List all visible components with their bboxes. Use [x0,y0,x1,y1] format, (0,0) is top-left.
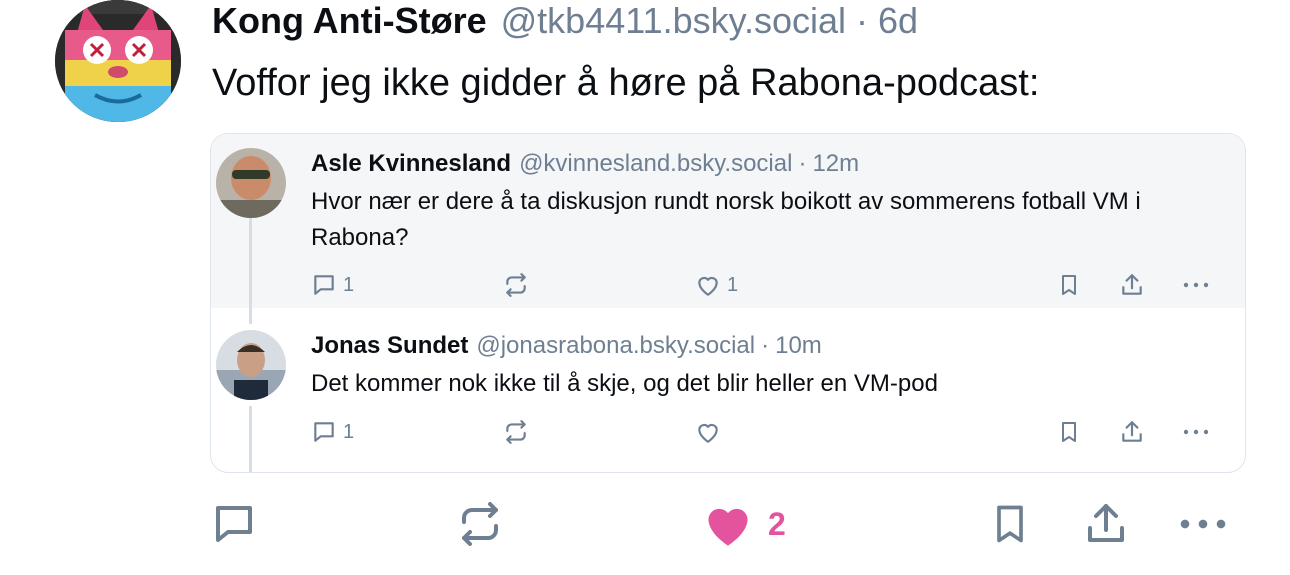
separator: · [761,332,770,359]
reply-time[interactable]: 10m [775,332,822,360]
bookmark-button[interactable] [1057,272,1081,298]
like-button[interactable]: 2 [702,500,786,548]
repost-button[interactable] [503,419,529,445]
reply-author-handle[interactable]: @kvinnesland.bsky.social [519,150,792,178]
more-button[interactable] [1181,419,1211,445]
cartoon-cat-avatar-icon [55,0,181,122]
more-dots-icon [1180,519,1226,529]
reply-header: Jonas Sundet @jonasrabona.bsky.social · … [311,332,822,360]
reply-bubble-icon [314,275,334,295]
bookmark-button[interactable] [1057,419,1081,445]
author-handle[interactable]: @tkb4411.bsky.social [501,0,846,42]
repost-icon [506,273,526,297]
reply-text: Hvor nær er dere å ta diskusjon rundt no… [311,188,1141,251]
share-icon [1122,274,1142,295]
reply-button[interactable] [210,500,258,548]
like-button[interactable]: 1 [695,272,738,298]
reply-bubble-icon [216,506,252,542]
post-actions: 2 [0,500,1290,560]
heart-filled-icon [708,508,748,546]
reply-avatar[interactable] [216,148,286,218]
reply-author-handle[interactable]: @jonasrabona.bsky.social [476,332,755,360]
post-time[interactable]: 6d [878,0,918,42]
like-count: 1 [727,273,739,296]
more-button[interactable] [1176,500,1230,548]
like-button[interactable] [695,419,727,445]
author-avatar[interactable] [55,0,181,122]
repost-icon [462,502,498,546]
reply-button[interactable]: 1 [311,419,354,445]
reply-text: Det kommer nok ikke til å skje, og det b… [311,370,938,397]
reply-actions: 1 [211,419,1245,449]
heart-outline-icon [698,423,718,443]
bookmark-icon [1062,275,1076,295]
like-count: 2 [768,505,786,542]
share-icon [1088,504,1124,542]
more-dots-icon [1183,282,1209,288]
separator: · [856,0,868,41]
share-button[interactable] [1119,272,1145,298]
reply-author-name[interactable]: Jonas Sundet [311,332,468,360]
heart-outline-icon [698,276,718,296]
repost-icon [506,420,526,444]
bookmark-icon [1062,422,1076,442]
post-header: Kong Anti-Støre @tkb4411.bsky.social · 6… [212,0,918,42]
author-name[interactable]: Kong Anti-Støre [212,0,487,42]
person-avatar-icon [216,330,286,400]
reply-bubble-icon [314,422,334,442]
reply-button[interactable]: 1 [311,272,354,298]
reply-count: 1 [343,420,355,443]
person-avatar-icon [216,148,286,218]
reply-actions: 1 1 [211,272,1245,302]
reply-author-name[interactable]: Asle Kvinnesland [311,150,511,178]
share-button[interactable] [1119,419,1145,445]
share-button[interactable] [1082,500,1130,548]
more-dots-icon [1183,429,1209,435]
repost-button[interactable] [456,500,504,548]
reply-header: Asle Kvinnesland @kvinnesland.bsky.socia… [311,150,859,178]
bookmark-button[interactable] [988,500,1032,548]
reply-time[interactable]: 12m [812,150,859,178]
repost-button[interactable] [503,272,529,298]
thread-line [249,214,252,324]
bookmark-icon [997,505,1023,543]
separator: · [798,150,807,177]
post-text: Voffor jeg ikke gidder å høre på Rabona-… [212,62,1040,104]
share-icon [1122,421,1142,442]
more-button[interactable] [1181,272,1211,298]
reply-count: 1 [343,273,355,296]
reply-avatar[interactable] [216,330,286,400]
quoted-thread-card[interactable]: Asle Kvinnesland @kvinnesland.bsky.socia… [210,133,1246,473]
